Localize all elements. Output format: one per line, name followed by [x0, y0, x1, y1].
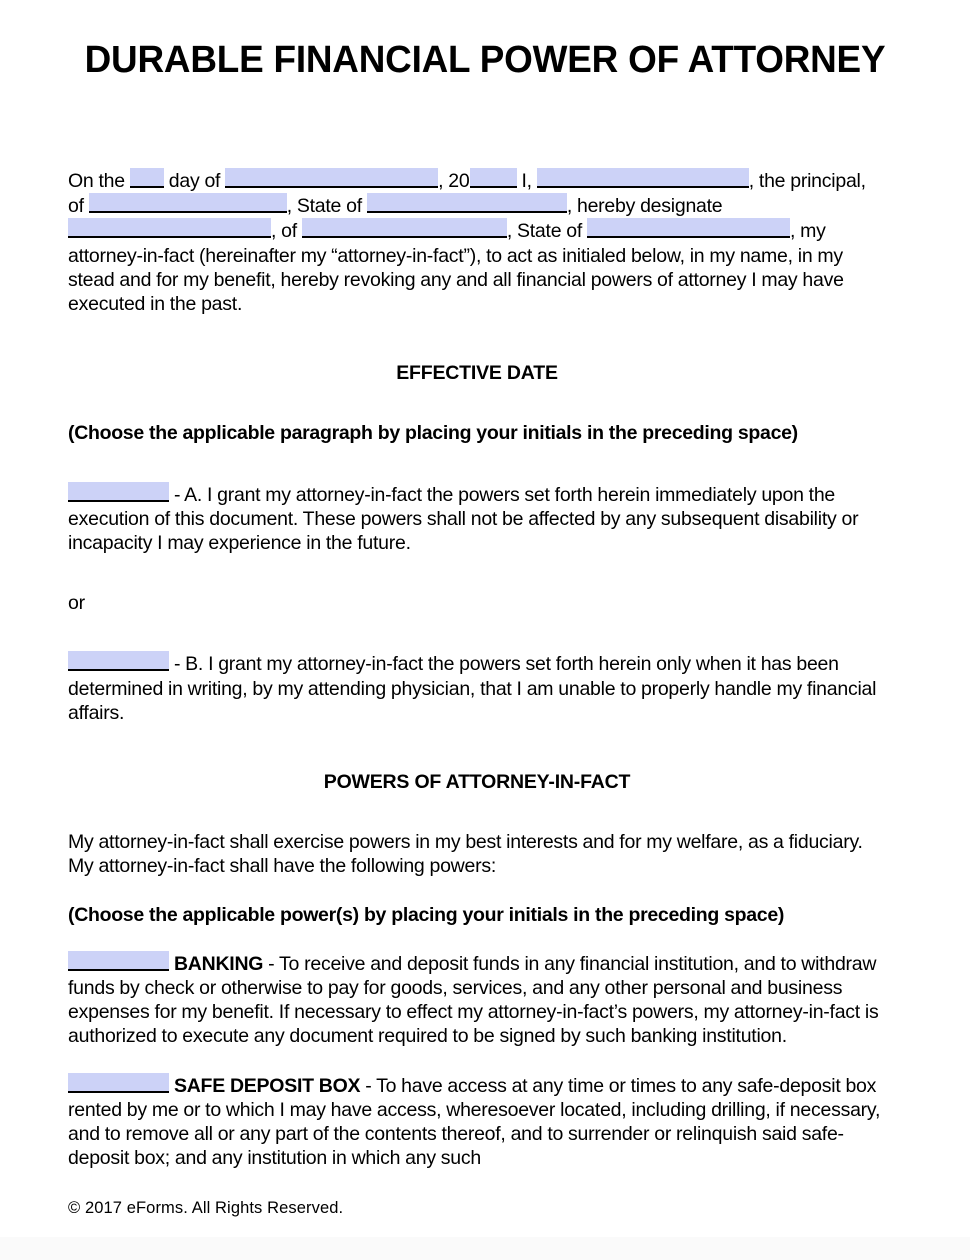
effective-date-instruction: (Choose the applicable paragraph by plac… [68, 422, 798, 445]
copyright-footer: © 2017 eForms. All Rights Reserved. [68, 1199, 344, 1217]
field-day[interactable] [129, 168, 164, 188]
page-title: DURABLE FINANCIAL POWER OF ATTORNEY [84, 39, 886, 81]
field-principal-name[interactable] [536, 168, 749, 188]
field-initials-option-b[interactable] [68, 651, 169, 672]
power-separator-safe-deposit-box: - [360, 1074, 377, 1097]
intro-text-on-the: On the [68, 170, 125, 192]
field-attorney-name[interactable] [68, 218, 271, 239]
intro-text-of: , of [271, 220, 297, 243]
field-principal-state[interactable] [366, 193, 567, 214]
intro-paragraph: On the day of , 20 I, , the principal, o… [68, 168, 886, 316]
field-principal-city[interactable] [88, 193, 287, 214]
intro-text-state-of-2: , State of [506, 220, 583, 243]
effective-date-option-b: - B. I grant my attorney-in-fact the pow… [68, 651, 886, 725]
intro-text-my: , my [790, 220, 826, 243]
intro-text-i: I, [521, 170, 532, 192]
power-item-banking: BANKING - To receive and deposit funds i… [68, 950, 886, 1049]
option-b-text: - B. I grant my attorney-in-fact the pow… [68, 653, 877, 724]
field-initials-safe-deposit-box[interactable] [68, 1072, 169, 1093]
option-a-text: - A. I grant my attorney-in-fact the pow… [68, 483, 859, 555]
field-year[interactable] [469, 168, 517, 188]
field-attorney-state[interactable] [587, 218, 790, 239]
section-heading-powers: POWERS OF ATTORNEY-IN-FACT [323, 771, 631, 794]
field-attorney-city[interactable] [301, 218, 507, 239]
effective-date-or-label: or [68, 592, 85, 615]
page-bottom-band [0, 1237, 970, 1260]
powers-preamble: My attorney-in-fact shall exercise power… [68, 831, 863, 878]
power-label-banking: BANKING [173, 952, 264, 975]
power-separator-banking: - [263, 952, 280, 975]
intro-text-tail: attorney-in-fact (hereinafter my “attorn… [68, 244, 844, 316]
field-initials-banking[interactable] [68, 950, 169, 971]
intro-text-day-of: day of [168, 170, 221, 192]
powers-instruction: (Choose the applicable power(s) by placi… [68, 903, 785, 926]
intro-text-the: , the [748, 170, 786, 192]
document-page: DURABLE FINANCIAL POWER OF ATTORNEY On t… [0, 0, 970, 1237]
intro-text-year-prefix: , 20 [438, 170, 470, 192]
field-initials-option-a[interactable] [68, 481, 169, 502]
section-heading-effective-date: EFFECTIVE DATE [396, 362, 558, 385]
intro-text-hereby-designate: , hereby designate [566, 195, 723, 218]
intro-text-state-of-1: , State of [286, 195, 362, 218]
document-body: On the day of , 20 I, , the principal, o… [68, 168, 886, 1170]
field-month[interactable] [225, 168, 439, 188]
power-item-safe-deposit-box: SAFE DEPOSIT BOX - To have access at any… [68, 1072, 886, 1171]
power-label-safe-deposit-box: SAFE DEPOSIT BOX [173, 1074, 361, 1097]
effective-date-option-a: - A. I grant my attorney-in-fact the pow… [68, 481, 886, 556]
